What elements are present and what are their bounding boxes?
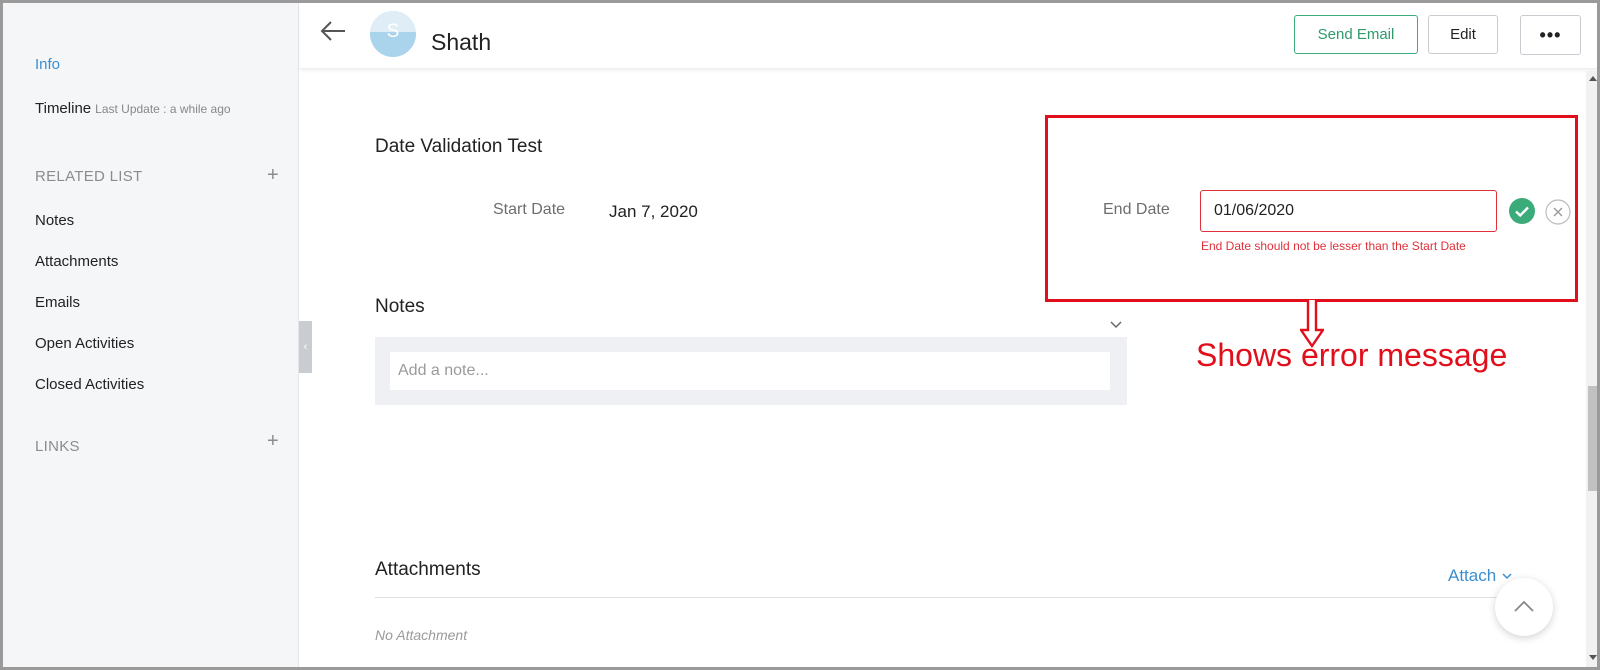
related-list-heading: RELATED LIST (35, 168, 143, 185)
record-title: Shath (431, 29, 492, 55)
scroll-down-icon[interactable] (1589, 655, 1597, 660)
annotation-label: Shows error message (1196, 337, 1508, 373)
chevron-down-icon[interactable] (1109, 317, 1123, 335)
back-arrow-icon[interactable] (318, 17, 348, 45)
section-title: Date Validation Test (375, 136, 543, 157)
sidebar-collapse-icon[interactable]: ‹ (299, 321, 312, 373)
sidebar-item-timeline-label: Timeline (35, 100, 92, 117)
notes-panel (375, 337, 1127, 405)
attachments-title: Attachments (375, 559, 481, 580)
chevron-up-icon (1514, 600, 1534, 612)
scroll-to-top-button[interactable] (1495, 578, 1553, 636)
more-options-button[interactable]: ••• (1520, 15, 1581, 55)
add-related-list-icon[interactable]: + (267, 165, 279, 185)
attachments-divider (375, 597, 1529, 598)
start-date-label: Start Date (493, 201, 566, 218)
sidebar-item-notes[interactable]: Notes (35, 212, 74, 229)
avatar: S (370, 11, 416, 57)
vertical-scrollbar[interactable] (1586, 71, 1597, 667)
annotation-highlight-box (1045, 115, 1578, 302)
notes-title: Notes (375, 296, 425, 317)
sidebar-item-timeline[interactable]: Timeline Last Update : a while ago (35, 100, 231, 117)
sidebar-item-closed-activities[interactable]: Closed Activities (35, 376, 144, 393)
start-date-value: Jan 7, 2020 (609, 202, 698, 221)
sidebar: Info Timeline Last Update : a while ago R… (3, 3, 299, 667)
sidebar-item-attachments[interactable]: Attachments (35, 253, 118, 270)
sidebar-item-emails[interactable]: Emails (35, 294, 80, 311)
scroll-up-icon[interactable] (1589, 76, 1597, 81)
sidebar-item-info[interactable]: Info (35, 56, 60, 73)
add-note-input[interactable] (390, 352, 1110, 390)
send-email-button[interactable]: Send Email (1294, 15, 1418, 54)
avatar-letter: S (386, 21, 400, 42)
edit-button[interactable]: Edit (1428, 15, 1498, 54)
scrollbar-thumb[interactable] (1588, 386, 1597, 491)
no-attachment-text: No Attachment (375, 627, 468, 643)
sidebar-item-open-activities[interactable]: Open Activities (35, 335, 134, 352)
app-window: Info Timeline Last Update : a while ago R… (0, 0, 1600, 670)
links-heading: LINKS (35, 438, 80, 455)
attach-label: Attach (1448, 566, 1497, 585)
timeline-last-update: Last Update : a while ago (95, 102, 231, 116)
add-link-icon[interactable]: + (267, 431, 279, 451)
record-header: S Shath Send Email Edit ••• (300, 3, 1597, 69)
